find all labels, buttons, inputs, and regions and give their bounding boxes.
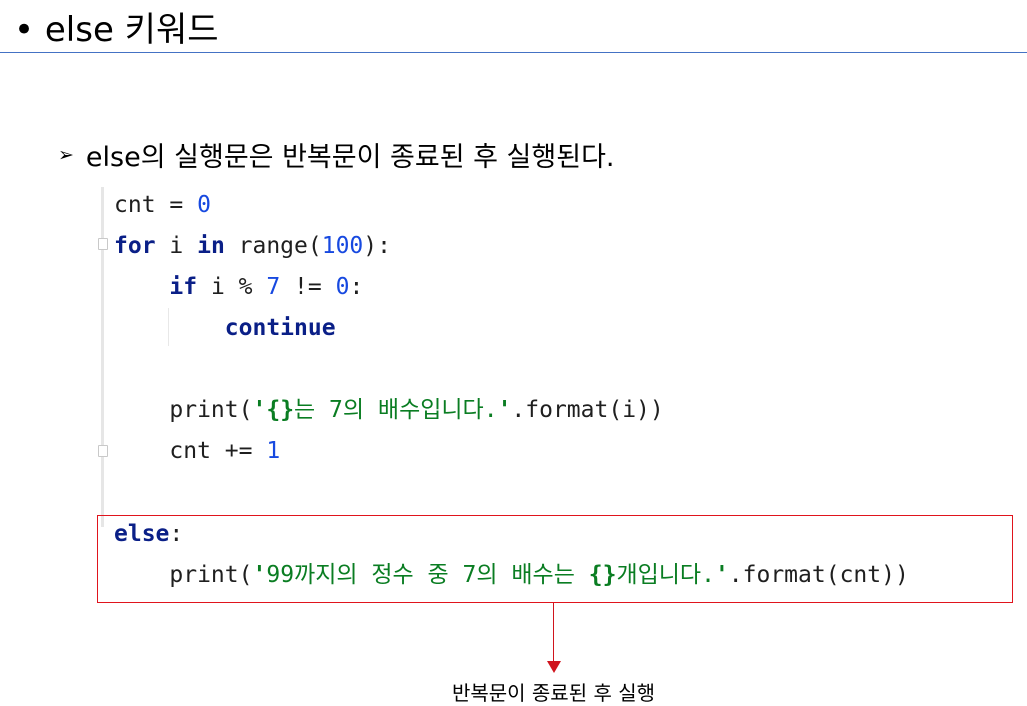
code-token: 0 [335, 274, 350, 300]
code-token: continue [224, 315, 336, 341]
code-token: = [155, 192, 198, 218]
title-divider [0, 52, 1027, 53]
code-token: 7 [266, 274, 281, 300]
bullet-item: ➢ else의 실행문은 반복문이 종료된 후 실행된다. [58, 135, 615, 174]
code-line-6: cnt += 1 [114, 437, 280, 465]
arrow-down-icon [547, 661, 561, 673]
code-token: {} [266, 397, 295, 423]
code-token: : [349, 274, 364, 300]
code-line-1: cnt = 0 [114, 191, 211, 219]
code-token: print( [169, 397, 253, 423]
code-token: .format(i)) [511, 397, 664, 423]
code-line-4: continue [114, 314, 336, 342]
code-token: != [280, 274, 336, 300]
code-token: if [169, 274, 198, 300]
code-token: 100 [321, 233, 364, 259]
code-token: cnt [114, 192, 156, 218]
code-token: ): [363, 233, 391, 259]
code-token: ' [252, 397, 267, 423]
code-token: 0 [197, 192, 211, 218]
code-token: for [114, 233, 156, 259]
code-line-2: for i in range(100): [114, 232, 391, 260]
bullet-text: else의 실행문은 반복문이 종료된 후 실행된다. [85, 142, 615, 173]
annotation-caption: 반복문이 종료된 후 실행 [451, 681, 656, 705]
slide-title: • else 키워드 [14, 10, 219, 50]
code-line-3: if i % 7 != 0: [114, 273, 363, 301]
code-line-5: print('{}는 7의 배수입니다.'.format(i)) [114, 396, 664, 424]
code-token: += [210, 438, 267, 464]
code-token: in [197, 233, 225, 259]
code-token: cnt [169, 438, 211, 464]
arrow-bullet-icon: ➢ [58, 143, 74, 166]
code-token: 1 [266, 438, 281, 464]
code-token: i % [197, 274, 267, 300]
fold-marker-icon[interactable] [98, 445, 108, 457]
fold-marker-icon[interactable] [98, 238, 108, 250]
code-token: ' [497, 397, 512, 423]
else-highlight-box [97, 515, 1013, 603]
code-token: 는 7의 배수입니다. [294, 397, 498, 423]
arrow-line [553, 603, 554, 663]
code-token: i [155, 233, 198, 259]
code-token: range( [224, 233, 322, 259]
